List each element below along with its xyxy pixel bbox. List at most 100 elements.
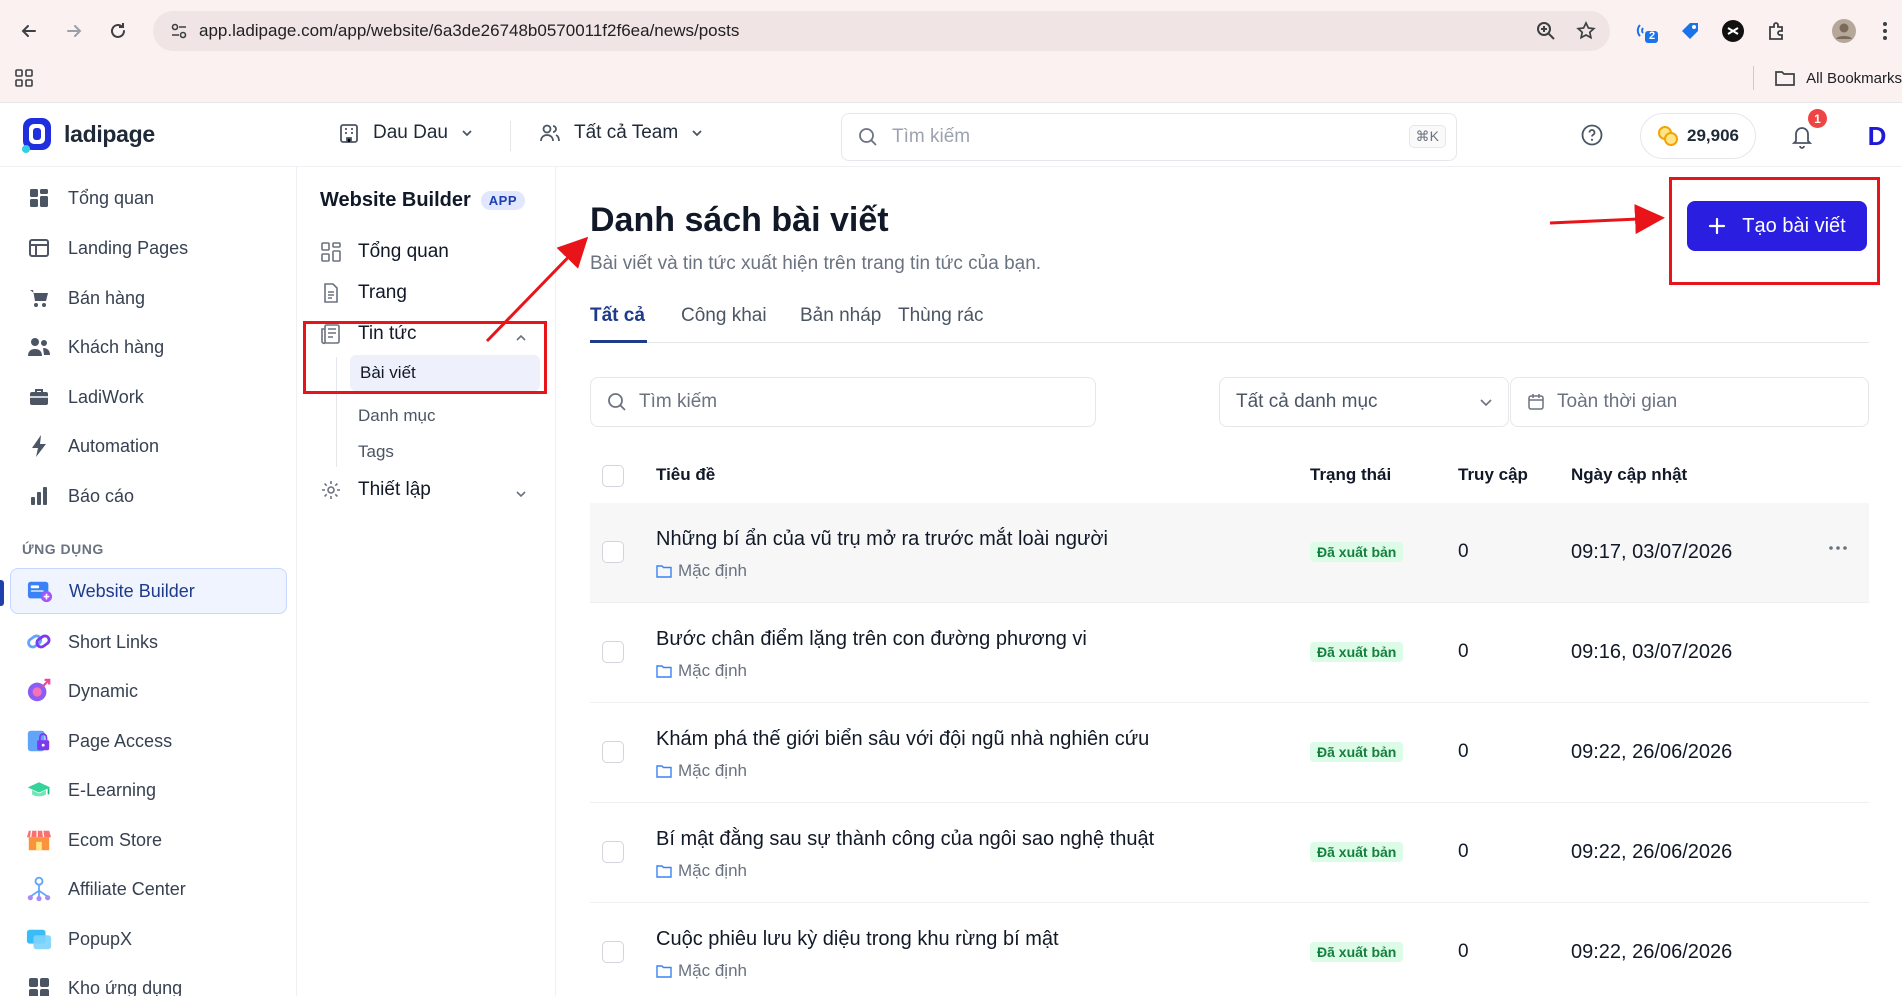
date-range-value: Toàn thời gian	[1557, 391, 1678, 412]
sidebar-item-ladiwork[interactable]: LadiWork	[10, 374, 287, 420]
ladipage-logo[interactable]: ladipage	[20, 115, 155, 153]
updated-at: 09:16, 03/07/2026	[1571, 641, 1733, 663]
updated-at: 09:22, 26/06/2026	[1571, 741, 1733, 763]
url-text[interactable]: app.ladipage.com/app/website/6a3de26748b…	[199, 21, 739, 41]
page-subtitle: Bài viết và tin tức xuất hiện trên trang…	[590, 253, 1042, 274]
sidebar-item-dynamic[interactable]: Dynamic	[10, 668, 287, 714]
sidebar-item-e-learning[interactable]: E-Learning	[10, 767, 287, 813]
sidebar-item-reports[interactable]: Báo cáo	[10, 473, 287, 519]
sidebar-item-website-builder[interactable]: Website Builder	[10, 568, 287, 614]
help-icon[interactable]	[1580, 123, 1604, 147]
address-bar[interactable]: app.ladipage.com/app/website/6a3de26748b…	[153, 11, 1610, 51]
sidebar-item-page-access[interactable]: Page Access	[10, 718, 287, 764]
browser-menu-icon[interactable]	[1868, 14, 1902, 48]
post-category[interactable]: Mặc định	[656, 661, 747, 681]
column-header-visits[interactable]: Truy cập	[1458, 465, 1528, 485]
visit-count: 0	[1458, 841, 1469, 862]
post-title[interactable]: Cuộc phiêu lưu kỳ diệu trong khu rừng bí…	[656, 928, 1059, 951]
table-row[interactable]: Bí mật đằng sau sự thành công của ngôi s…	[590, 803, 1869, 903]
back-icon[interactable]	[12, 14, 46, 48]
subnav-item-label: Tags	[358, 442, 394, 461]
post-title[interactable]: Những bí ẩn của vũ trụ mở ra trước mắt l…	[656, 528, 1108, 551]
credits-balance[interactable]: 29,906	[1640, 113, 1756, 159]
row-checkbox[interactable]	[602, 641, 624, 663]
sidebar-item-landing-pages[interactable]: Landing Pages	[10, 225, 287, 271]
select-all-checkbox[interactable]	[602, 465, 624, 487]
subnav-item-overview[interactable]: Tổng quan	[320, 241, 449, 263]
extension-broadcast-icon[interactable]: 2	[1630, 14, 1664, 48]
search-icon	[858, 127, 878, 147]
bookmark-star-icon[interactable]	[1576, 21, 1596, 41]
post-title[interactable]: Khám phá thế giới biển sâu với đội ngũ n…	[656, 728, 1149, 751]
site-info-icon[interactable]	[159, 21, 199, 41]
subnav-item-tags[interactable]: Tags	[358, 442, 394, 462]
column-header-title[interactable]: Tiêu đề	[656, 465, 715, 485]
sidebar-item-popupx[interactable]: PopupX	[10, 916, 287, 962]
sidebar-item-overview[interactable]: Tổng quan	[10, 175, 287, 221]
extension-capcut-icon[interactable]	[1716, 14, 1750, 48]
notification-bell-icon[interactable]	[1790, 123, 1814, 149]
sidebar-item-label: Khách hàng	[68, 336, 165, 357]
tab-public[interactable]: Công khai	[681, 305, 767, 327]
sidebar-item-ecom-store[interactable]: Ecom Store	[10, 817, 287, 863]
subnav-item-settings[interactable]: Thiết lập	[320, 479, 431, 501]
store-icon	[26, 827, 52, 853]
subnav-item-categories[interactable]: Danh mục	[358, 406, 435, 426]
reload-icon[interactable]	[101, 14, 135, 48]
lock-icon	[26, 728, 52, 754]
extension-badge: 2	[1649, 30, 1656, 42]
folder-icon	[656, 664, 672, 678]
row-checkbox[interactable]	[602, 741, 624, 763]
subnav-item-pages[interactable]: Trang	[320, 282, 407, 304]
user-avatar[interactable]: D	[1860, 119, 1894, 153]
sidebar-item-affiliate-center[interactable]: Affiliate Center	[10, 866, 287, 912]
sidebar-item-app-store[interactable]: Kho ứng dụng	[10, 965, 287, 996]
table-row[interactable]: Khám phá thế giới biển sâu với đội ngũ n…	[590, 703, 1869, 803]
profile-avatar-icon[interactable]	[1827, 14, 1861, 48]
post-search-input[interactable]: Tìm kiếm	[590, 377, 1096, 427]
date-range-filter[interactable]: Toàn thời gian	[1510, 377, 1869, 427]
search-shortcut: ⌘K	[1408, 125, 1446, 148]
website-builder-icon	[27, 578, 53, 604]
sidebar-item-short-links[interactable]: Short Links	[10, 619, 287, 665]
zoom-icon[interactable]	[1536, 21, 1556, 41]
sidebar-item-automation[interactable]: Automation	[10, 423, 287, 469]
sidebar-item-sales[interactable]: Bán hàng	[10, 275, 287, 321]
sidebar-item-label: Dynamic	[68, 680, 139, 701]
chevron-down-icon[interactable]	[514, 487, 528, 501]
category-filter-select[interactable]: Tất cả danh mục	[1219, 377, 1509, 427]
post-title[interactable]: Bước chân điểm lặng trên con đường phươn…	[656, 628, 1087, 651]
visit-count: 0	[1458, 741, 1469, 762]
visit-count: 0	[1458, 541, 1469, 562]
status-badge: Đã xuất bản	[1310, 742, 1404, 762]
bolt-icon	[26, 433, 52, 459]
row-checkbox[interactable]	[602, 941, 624, 963]
post-title[interactable]: Bí mật đằng sau sự thành công của ngôi s…	[656, 828, 1154, 851]
column-header-updated[interactable]: Ngày cập nhật	[1571, 465, 1687, 485]
post-category[interactable]: Mặc định	[656, 961, 747, 981]
sidebar-item-label: Short Links	[68, 631, 159, 652]
extension-tag-icon[interactable]	[1673, 14, 1707, 48]
more-actions-icon[interactable]	[1827, 537, 1849, 559]
row-checkbox[interactable]	[602, 541, 624, 563]
team-selector[interactable]: Tất cả Team	[538, 121, 704, 145]
extensions-puzzle-icon[interactable]	[1760, 14, 1794, 48]
all-bookmarks[interactable]: All Bookmarks	[1753, 66, 1902, 90]
global-search-input[interactable]: Tìm kiếm ⌘K	[841, 113, 1457, 161]
table-row[interactable]: Những bí ẩn của vũ trụ mở ra trước mắt l…	[590, 503, 1869, 603]
post-category[interactable]: Mặc định	[656, 761, 747, 781]
workspace-selector[interactable]: Dau Dau	[337, 121, 474, 145]
row-checkbox[interactable]	[602, 841, 624, 863]
tab-all[interactable]: Tất cả	[590, 305, 645, 327]
sidebar-item-customers[interactable]: Khách hàng	[10, 324, 287, 370]
tab-trash[interactable]: Thùng rác	[898, 305, 984, 327]
post-category[interactable]: Mặc định	[656, 561, 747, 581]
tab-drafts[interactable]: Bản nháp	[800, 305, 881, 327]
column-header-status[interactable]: Trạng thái	[1310, 465, 1391, 485]
post-category[interactable]: Mặc định	[656, 861, 747, 881]
table-row[interactable]: Bước chân điểm lặng trên con đường phươn…	[590, 603, 1869, 703]
table-row[interactable]: Cuộc phiêu lưu kỳ diệu trong khu rừng bí…	[590, 903, 1869, 996]
forward-icon[interactable]	[57, 14, 91, 48]
main-content: Danh sách bài viết Bài viết và tin tức x…	[557, 167, 1902, 996]
apps-grid-icon[interactable]	[14, 68, 34, 88]
